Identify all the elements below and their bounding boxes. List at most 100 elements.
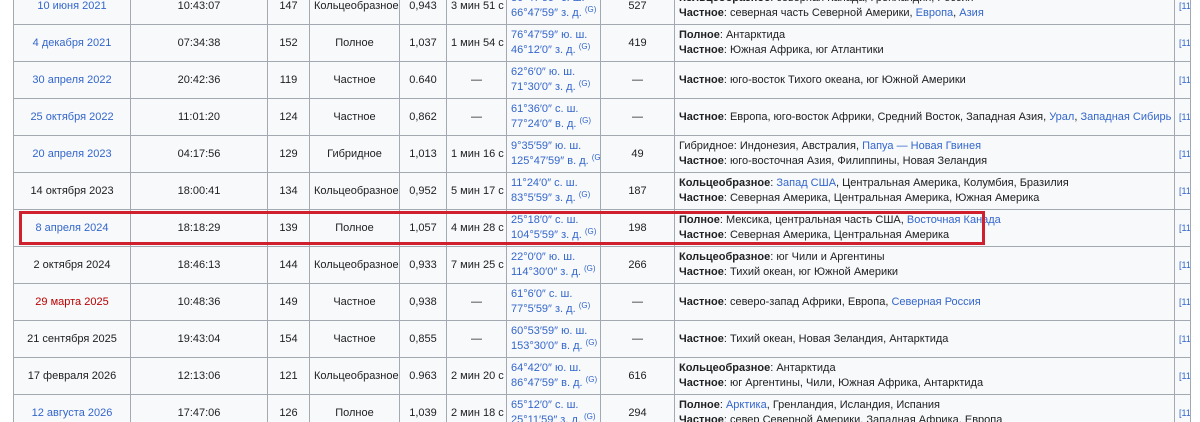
longitude-link[interactable]: 46°12′0″ з. д. xyxy=(511,44,576,56)
region-link[interactable]: Северная Россия xyxy=(891,296,980,308)
geo-marker[interactable]: (G) xyxy=(586,375,598,384)
eclipse-date[interactable]: 25 октября 2022 xyxy=(30,111,113,123)
date-cell: 20 апреля 2023 xyxy=(13,135,131,173)
reference-link[interactable]: [11] xyxy=(1179,371,1190,381)
duration-value: 1 мин 54 с xyxy=(451,36,504,49)
visibility-type: Полное xyxy=(679,214,720,226)
time-value: 11:01:20 xyxy=(177,110,220,123)
duration-cell: — xyxy=(446,98,507,136)
saros-cell: 124 xyxy=(267,98,310,136)
latitude-link[interactable]: 61°6′0″ с. ш. xyxy=(511,288,572,300)
region-link[interactable]: Азия xyxy=(959,7,983,19)
reference-link[interactable]: [11] xyxy=(1179,223,1190,233)
eclipse-date[interactable]: 20 апреля 2023 xyxy=(32,148,111,160)
coordinates-cell: 65°12′0″ с. ш. 25°11′59″ з. д. (G) xyxy=(506,394,601,422)
type-value: Полное xyxy=(335,36,374,49)
reference-link[interactable]: [11] xyxy=(1179,1,1190,11)
date-cell: 17 февраля 2026 xyxy=(13,357,131,395)
latitude-link[interactable]: 64°42′0″ ю. ш. xyxy=(511,362,581,374)
latitude-link[interactable]: 62°6′0″ ю. ш. xyxy=(511,66,575,78)
latitude-link[interactable]: 60°53′59″ ю. ш. xyxy=(511,325,587,337)
geo-marker[interactable]: (G) xyxy=(585,5,597,14)
longitude-link[interactable]: 86°47′59″ в. д. xyxy=(511,377,583,389)
longitude-link[interactable]: 153°30′0″ в. д. xyxy=(511,340,583,352)
longitude-link[interactable]: 125°47′59″ в. д. xyxy=(511,155,589,167)
latitude-link[interactable]: 11°24′0″ с. ш. xyxy=(511,177,578,189)
region-link[interactable]: Западная Сибирь xyxy=(1080,111,1171,123)
reference-link[interactable]: [11] xyxy=(1179,149,1190,159)
width-cell: — xyxy=(600,283,675,321)
visibility-text: : Европа, юго-восток Африки, Средний Вос… xyxy=(723,110,1050,123)
visibility-text: Гибридное: Индонезия, Австралия, xyxy=(679,140,863,152)
reference-link[interactable]: [11] xyxy=(1179,38,1190,48)
geo-marker[interactable]: (G) xyxy=(585,227,597,236)
latitude-link[interactable]: 61°36′0″ с. ш. xyxy=(511,103,579,115)
geo-marker[interactable]: (G) xyxy=(579,301,591,310)
table-row: 20 апреля 2023 04:17:56 129 Гибридное 1,013 1… xyxy=(13,135,1191,173)
duration-value: 1 мин 16 с xyxy=(451,147,504,160)
reference-link[interactable]: [11] xyxy=(1179,186,1190,196)
longitude-link[interactable]: 104°5′59″ з. д. xyxy=(511,229,582,241)
eclipse-date[interactable]: 10 июня 2021 xyxy=(37,0,106,12)
reference-link[interactable]: [11] xyxy=(1179,408,1190,418)
time-cell: 07:34:38 xyxy=(130,24,268,62)
geo-marker[interactable]: (G) xyxy=(580,116,592,125)
longitude-link[interactable]: 77°24′0″ в. д. xyxy=(511,118,576,130)
longitude-link[interactable]: 25°11′59″ з. д. xyxy=(511,414,581,422)
geo-marker[interactable]: (G) xyxy=(579,42,591,51)
longitude-link[interactable]: 114°30′0″ з. д. xyxy=(511,266,581,278)
coordinates-cell: 64°42′0″ ю. ш. 86°47′59″ в. д. (G) xyxy=(506,357,601,395)
saros-cell: 144 xyxy=(267,246,310,284)
reference-link[interactable]: [11] xyxy=(1179,334,1190,344)
eclipse-date[interactable]: 12 августа 2026 xyxy=(32,407,113,419)
reference-link[interactable]: [11] xyxy=(1179,297,1190,307)
region-link[interactable]: Арктика xyxy=(726,399,767,411)
visibility-line: Частное: Северная Америка, Центральная А… xyxy=(679,191,1170,206)
width-cell: 616 xyxy=(600,357,675,395)
geo-marker[interactable]: (G) xyxy=(586,338,598,347)
geo-marker[interactable]: (G) xyxy=(584,412,596,421)
reference-cell: [11] xyxy=(1174,283,1191,321)
latitude-link[interactable]: 22°0′0″ ю. ш. xyxy=(511,251,575,263)
eclipse-date[interactable]: 29 марта 2025 xyxy=(35,296,108,308)
gamma-cell: 0,943 xyxy=(399,0,447,25)
width-cell: 187 xyxy=(600,172,675,210)
eclipse-date[interactable]: 30 апреля 2022 xyxy=(32,74,111,86)
region-link[interactable]: Урал xyxy=(1049,111,1074,123)
time-cell: 18:18:29 xyxy=(130,209,268,247)
region-link[interactable]: Запад США xyxy=(776,177,836,189)
coordinates-cell: 11°24′0″ с. ш. 83°5′59″ з. д. (G) xyxy=(506,172,601,210)
duration-cell: — xyxy=(446,283,507,321)
width-cell: 198 xyxy=(600,209,675,247)
gamma-cell: 1,039 xyxy=(399,394,447,422)
geo-marker[interactable]: (G) xyxy=(584,264,596,273)
date-cell: 30 апреля 2022 xyxy=(13,61,131,99)
eclipse-date[interactable]: 8 апреля 2024 xyxy=(35,222,108,234)
latitude-link[interactable]: 76°47′59″ ю. ш. xyxy=(511,29,587,41)
gamma-cell: 0,952 xyxy=(399,172,447,210)
latitude-link[interactable]: 25°18′0″ с. ш. xyxy=(511,214,579,226)
reference-link[interactable]: [11] xyxy=(1179,75,1190,85)
latitude-link[interactable]: 80°47′59″ с. ш. xyxy=(511,0,585,4)
type-value: Кольцеобразное xyxy=(314,369,399,382)
latitude-link[interactable]: 65°12′0″ с. ш. xyxy=(511,399,579,411)
region-link[interactable]: Восточная Канада xyxy=(907,214,1001,226)
longitude-link[interactable]: 66°47′59″ з. д. xyxy=(511,7,582,19)
region-link[interactable]: Европа xyxy=(916,7,954,19)
region-link[interactable]: Папуа — Новая Гвинея xyxy=(862,140,981,152)
table-row: 14 октября 2023 18:00:41 134 Кольцеобразное… xyxy=(13,172,1191,210)
reference-link[interactable]: [11] xyxy=(1179,260,1190,270)
eclipse-date[interactable]: 4 декабря 2021 xyxy=(33,37,112,49)
type-value: Гибридное xyxy=(327,147,382,160)
longitude-link[interactable]: 77°5′59″ з. д. xyxy=(511,303,576,315)
geo-marker[interactable]: (G) xyxy=(592,153,600,162)
visibility-text: : северо-запад Африки, Европа, xyxy=(723,295,892,308)
longitude-link[interactable]: 83°5′59″ з. д. xyxy=(511,192,576,204)
latitude-link[interactable]: 9°35′59″ ю. ш. xyxy=(511,140,581,152)
longitude-link[interactable]: 71°30′0″ з. д. xyxy=(511,81,576,93)
type-value: Частное xyxy=(333,295,376,308)
geo-marker[interactable]: (G) xyxy=(579,79,591,88)
coordinates-cell: 61°6′0″ с. ш. 77°5′59″ з. д. (G) xyxy=(506,283,601,321)
geo-marker[interactable]: (G) xyxy=(579,190,591,199)
reference-link[interactable]: [11] xyxy=(1179,112,1190,122)
